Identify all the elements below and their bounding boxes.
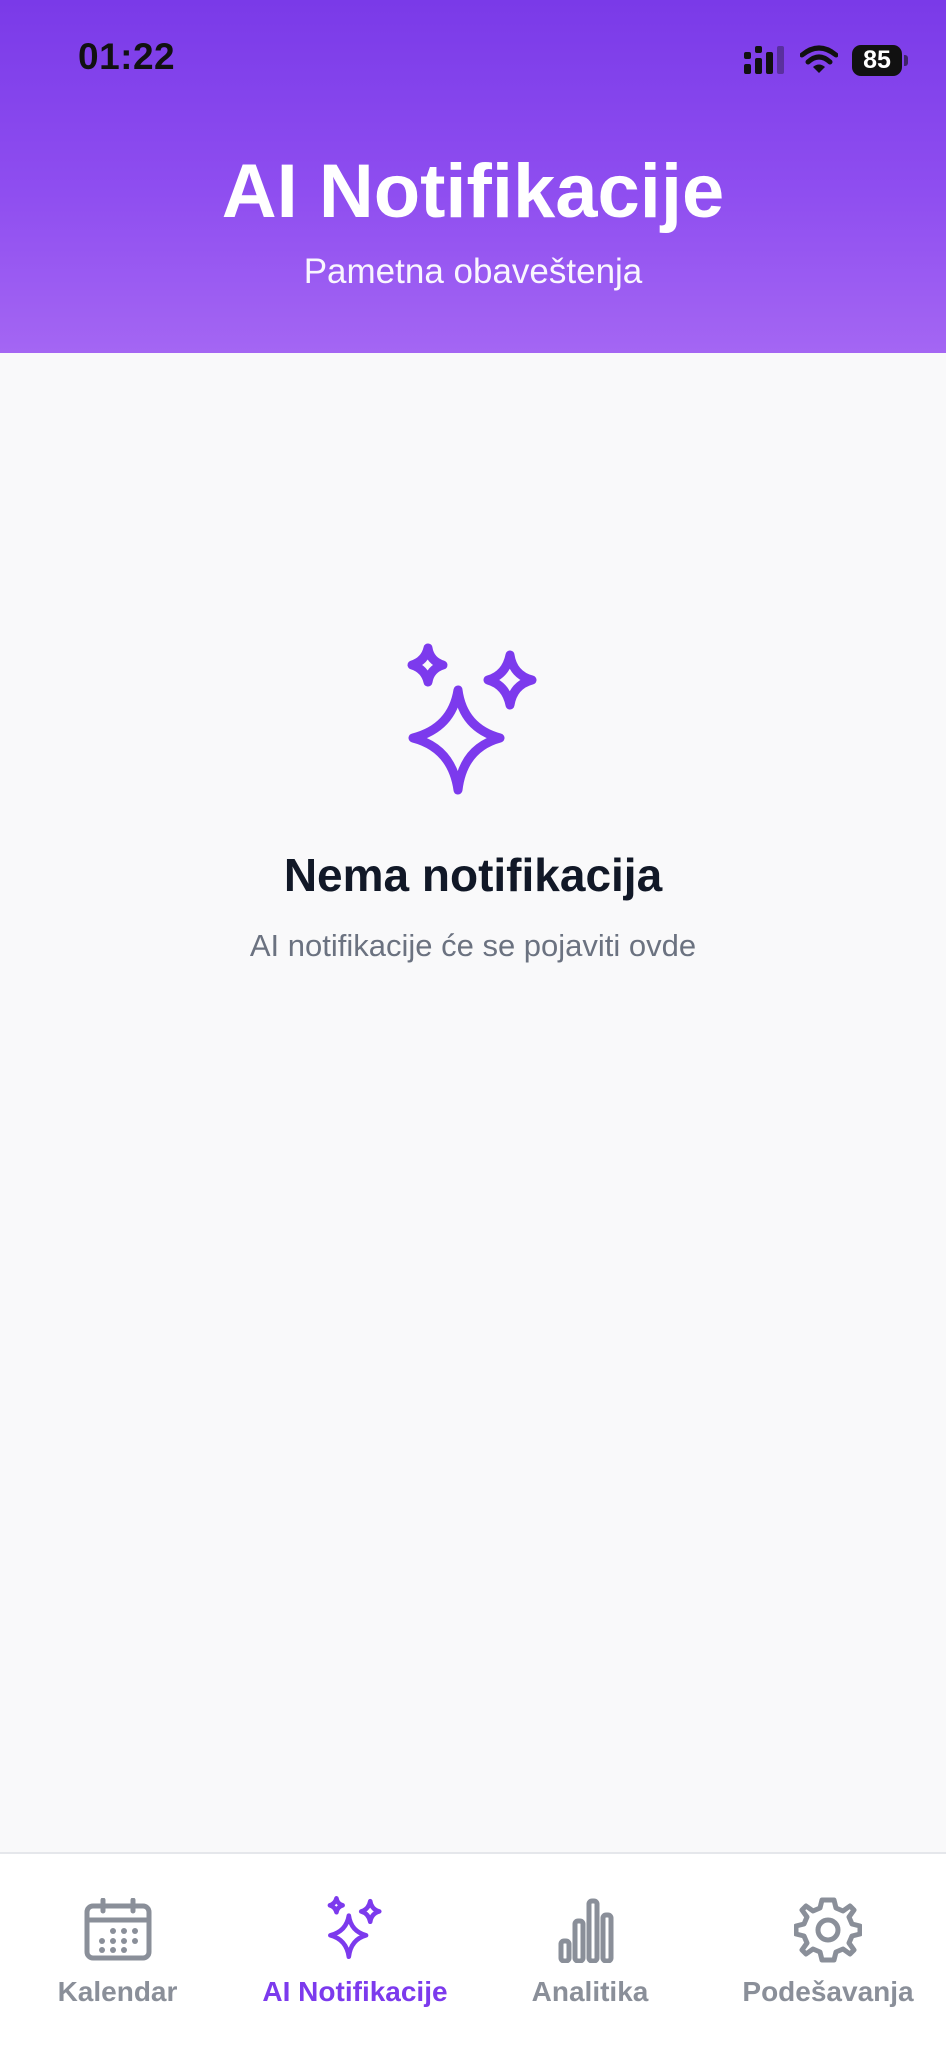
sparkles-icon xyxy=(407,643,537,795)
gear-icon xyxy=(794,1897,862,1963)
tab-kalendar[interactable]: Kalendar xyxy=(40,1854,195,2049)
empty-state-title: Nema notifikacija xyxy=(283,849,663,901)
tab-label-kalendar: Kalendar xyxy=(57,1976,178,2007)
cellular-signal-icon xyxy=(744,46,784,74)
bottom-tab-bar: Kalendar AI Notifikacije Analitika Podeš… xyxy=(0,1852,946,2049)
battery-level: 85 xyxy=(863,45,891,74)
empty-state-text: AI notifikacije će se pojaviti ovde xyxy=(249,928,697,963)
tab-podesavanja[interactable]: Podešavanja xyxy=(728,1854,928,2049)
bar-chart-icon xyxy=(558,1898,614,1963)
tab-label-analitika: Analitika xyxy=(531,1976,649,2007)
app-header: 01:22 85 AI Notifikacije Pametna obavešt… xyxy=(0,0,946,353)
status-time: 01:22 xyxy=(78,36,176,77)
battery-indicator: 85 xyxy=(852,44,908,76)
calendar-icon xyxy=(84,1898,151,1961)
tab-analitika[interactable]: Analitika xyxy=(515,1854,665,2049)
sparkles-icon xyxy=(327,1896,382,1960)
tab-label-ai-notifikacije: AI Notifikacije xyxy=(262,1976,448,2007)
page-title: AI Notifikacije xyxy=(221,149,725,234)
empty-state: Nema notifikacija AI notifikacije će se … xyxy=(0,640,946,964)
tab-ai-notifikacije[interactable]: AI Notifikacije xyxy=(240,1854,470,2049)
wifi-icon xyxy=(800,45,838,73)
status-indicators: 85 xyxy=(744,40,908,80)
battery-tip xyxy=(904,54,908,66)
tab-label-podesavanja: Podešavanja xyxy=(742,1976,914,2007)
page-subtitle: Pametna obaveštenja xyxy=(303,252,643,291)
